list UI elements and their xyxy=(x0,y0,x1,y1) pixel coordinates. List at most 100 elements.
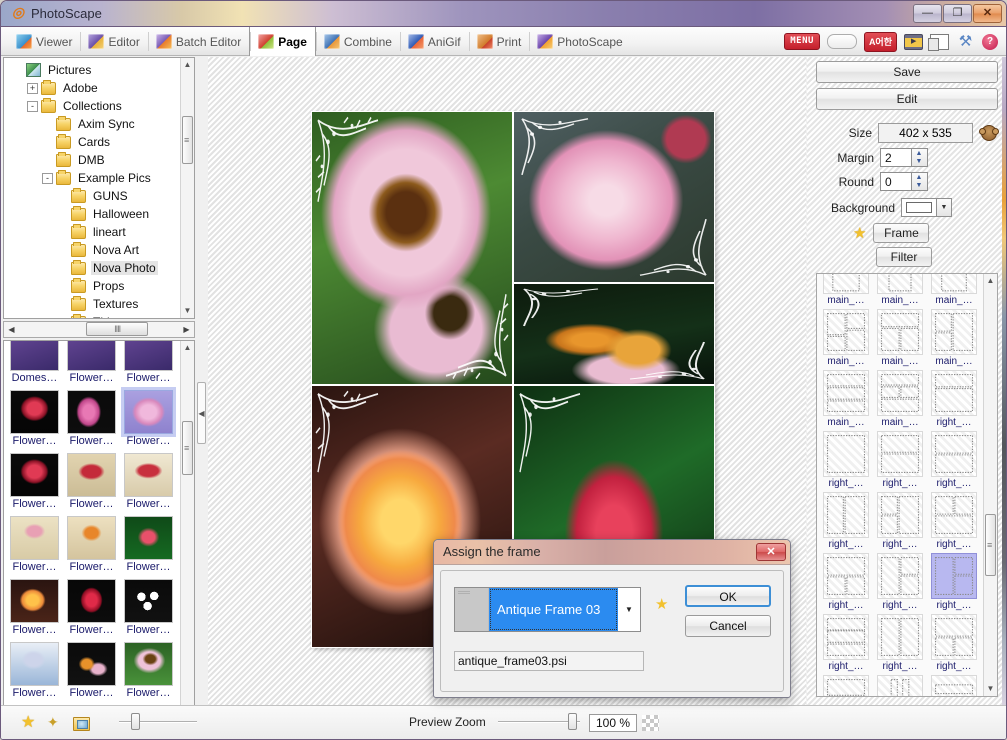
frame-filename-field[interactable]: antique_frame03.psi xyxy=(454,651,644,671)
frame-template-thumbnail[interactable] xyxy=(931,614,977,660)
frame-template-item[interactable]: main_… xyxy=(819,370,873,430)
stepper-down-icon[interactable]: ▼ xyxy=(912,157,926,166)
thumbnail-item[interactable]: Flower… xyxy=(6,516,63,575)
thumbnail-item[interactable]: Flower… xyxy=(6,390,63,449)
frame-template-item[interactable]: right_… xyxy=(927,614,981,674)
tree-vertical-scrollbar[interactable]: ▲ ▼ xyxy=(180,58,194,318)
thumbnail-image[interactable] xyxy=(124,341,173,371)
round-stepper[interactable]: ▲ ▼ xyxy=(912,172,928,191)
tab-editor[interactable]: Editor xyxy=(80,27,147,56)
margin-input[interactable]: 2 xyxy=(880,148,912,167)
help-icon[interactable]: ? xyxy=(982,33,998,50)
thumbnail-item[interactable]: Flower… xyxy=(120,642,177,701)
close-button[interactable]: ✕ xyxy=(973,4,1002,23)
frame-template-item[interactable]: main_… xyxy=(873,309,927,369)
tree-item-nova-art[interactable]: Nova Art xyxy=(6,241,180,259)
frame-template-thumbnail[interactable] xyxy=(823,553,869,599)
frame-template-item[interactable]: main_… xyxy=(927,274,981,308)
tab-print[interactable]: Print xyxy=(468,27,530,56)
filter-button[interactable]: Filter xyxy=(876,247,932,267)
tree-item-nova-photo[interactable]: Nova Photo xyxy=(6,259,180,277)
frame-template-item[interactable]: main_… xyxy=(873,370,927,430)
frame-template-thumbnail[interactable] xyxy=(931,274,977,294)
thumbnail-image[interactable] xyxy=(124,516,173,560)
frame-template-item[interactable]: main_… xyxy=(873,274,927,308)
margin-stepper[interactable]: ▲ ▼ xyxy=(912,148,928,167)
tab-anigif[interactable]: AniGif xyxy=(399,27,469,56)
collapse-icon[interactable]: - xyxy=(42,172,53,184)
thumbnail-image[interactable] xyxy=(10,390,59,434)
thumbnail-item[interactable]: Flower… xyxy=(63,579,120,638)
tree-item-halloween[interactable]: Halloween xyxy=(6,205,180,223)
thumbnail-item[interactable]: Flower… xyxy=(120,453,177,512)
frame-template-item[interactable]: right_… xyxy=(873,492,927,552)
frame-template-thumbnail[interactable] xyxy=(931,492,977,538)
scroll-up-arrow-icon[interactable]: ▲ xyxy=(984,274,997,288)
thumbnail-image[interactable] xyxy=(67,516,116,560)
hscroll-track[interactable]: IIII xyxy=(19,322,179,337)
thumbnail-item[interactable]: Flower… xyxy=(120,579,177,638)
scroll-up-arrow-icon[interactable]: ▲ xyxy=(181,341,194,355)
frame-template-thumbnail[interactable] xyxy=(877,431,923,477)
menu-button[interactable]: MENU xyxy=(784,33,820,50)
tab-batch-editor[interactable]: Batch Editor xyxy=(147,27,249,56)
zoom-value[interactable]: 100 % xyxy=(589,714,637,732)
thumbnail-item[interactable]: Flower… xyxy=(120,390,177,449)
frame-template-item[interactable]: right_… xyxy=(873,431,927,491)
splitter-collapse-handle[interactable]: ◀ xyxy=(197,382,206,444)
frame-template-item[interactable]: main_… xyxy=(819,309,873,369)
frame-vertical-scrollbar[interactable]: ▲ ▼ xyxy=(983,274,997,696)
thumbnail-item[interactable]: Flower… xyxy=(6,579,63,638)
frame-button[interactable]: Frame xyxy=(873,223,930,243)
scroll-down-arrow-icon[interactable]: ▼ xyxy=(181,304,194,318)
scroll-thumb[interactable] xyxy=(182,421,193,475)
tree-item-cards[interactable]: Cards xyxy=(6,133,180,151)
scroll-down-arrow-icon[interactable]: ▼ xyxy=(984,682,997,696)
tree-item-adobe[interactable]: + Adobe xyxy=(6,79,180,97)
tree-item-guns[interactable]: GUNS xyxy=(6,187,180,205)
thumbnail-item[interactable]: Flower… xyxy=(63,516,120,575)
language-button[interactable]: A어한 xyxy=(863,31,897,52)
thumbnail-image[interactable] xyxy=(10,579,59,623)
thumbnail-image[interactable] xyxy=(124,390,173,434)
frame-template-list[interactable]: main_… main_… main_… main_… main_… main_… main… xyxy=(816,273,998,697)
wrench-settings-icon[interactable]: ⚒ xyxy=(956,33,975,50)
panel-splitter[interactable]: ◀ xyxy=(196,57,207,705)
favorites-star-icon[interactable]: ★ xyxy=(21,714,38,731)
tree-item-lineart[interactable]: lineart xyxy=(6,223,180,241)
frame-template-thumbnail[interactable] xyxy=(823,614,869,660)
tab-combine[interactable]: Combine xyxy=(315,27,400,56)
collage-cell-3[interactable] xyxy=(514,284,714,384)
thumbnail-image[interactable] xyxy=(10,516,59,560)
thumbnail-image[interactable] xyxy=(124,642,173,686)
frame-template-item[interactable]: right_… xyxy=(819,492,873,552)
tree-item-textures[interactable]: Textures xyxy=(6,295,180,313)
stepper-down-icon[interactable]: ▼ xyxy=(912,181,926,190)
frame-template-thumbnail[interactable] xyxy=(823,675,869,696)
frame-template-thumbnail[interactable] xyxy=(823,274,869,294)
frame-template-item[interactable]: right_… xyxy=(927,492,981,552)
frame-template-item[interactable] xyxy=(927,675,981,696)
frame-template-thumbnail[interactable] xyxy=(877,614,923,660)
thumbnail-item[interactable]: Flower… xyxy=(120,341,177,386)
tab-page[interactable]: Page xyxy=(249,27,316,56)
thumbnail-item[interactable]: Flower… xyxy=(6,642,63,701)
frame-select-value[interactable]: Antique Frame 03 xyxy=(489,588,618,631)
frame-template-thumbnail[interactable] xyxy=(823,492,869,538)
tree-item-axim-sync[interactable]: Axim Sync xyxy=(6,115,180,133)
round-input[interactable]: 0 xyxy=(880,172,912,191)
tree-item-dmb[interactable]: DMB xyxy=(6,151,180,169)
favorites-star-icon[interactable]: ★ xyxy=(853,226,866,241)
thumbnail-image[interactable] xyxy=(67,642,116,686)
folder-tree[interactable]: Pictures + Adobe - Collections Axim Sync Cards… xyxy=(3,57,195,319)
collage-cell-2[interactable] xyxy=(514,112,714,282)
tree-item-props[interactable]: Props xyxy=(6,277,180,295)
monkey-icon[interactable] xyxy=(979,125,999,141)
preview-zoom-slider[interactable] xyxy=(498,713,580,730)
frame-template-item[interactable]: main_… xyxy=(927,309,981,369)
thumbnail-item[interactable]: Flower… xyxy=(63,390,120,449)
slider-knob[interactable] xyxy=(131,713,140,730)
favorites-star-icon[interactable]: ★ xyxy=(655,595,668,613)
frame-template-item[interactable]: right_… xyxy=(927,370,981,430)
frame-template-thumbnail[interactable] xyxy=(823,431,869,477)
